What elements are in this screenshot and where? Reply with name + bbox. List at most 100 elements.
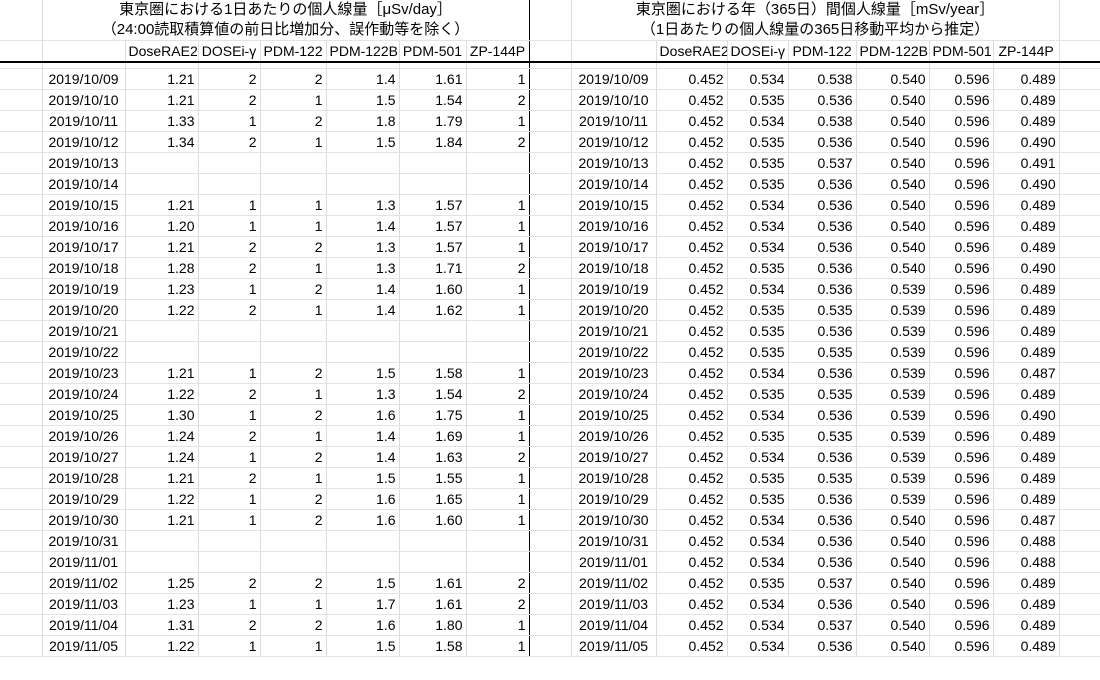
date-cell-right[interactable]: 2019/10/12 [571,131,657,153]
annual-dose-cell[interactable]: 0.535 [727,320,789,342]
cell-blank[interactable] [0,614,43,636]
cell-blank[interactable] [0,530,43,552]
cell-blank[interactable] [1059,131,1100,153]
annual-dose-cell[interactable]: 0.596 [929,89,994,111]
annual-dose-cell[interactable]: 0.540 [856,194,930,216]
daily-dose-cell[interactable]: 2 [260,488,327,510]
column-header-left[interactable]: PDM-122B [326,40,400,63]
daily-dose-cell[interactable]: 1 [466,614,530,636]
daily-dose-cell[interactable]: 1 [260,89,327,111]
daily-dose-cell[interactable] [198,152,261,174]
annual-dose-cell[interactable]: 0.536 [788,593,857,615]
daily-dose-cell[interactable]: 1 [466,467,530,489]
annual-dose-cell[interactable]: 0.538 [788,68,857,90]
daily-dose-cell[interactable]: 1.4 [326,425,400,447]
daily-dose-cell[interactable]: 2 [466,446,530,468]
daily-dose-cell[interactable]: 2 [260,446,327,468]
annual-dose-cell[interactable]: 0.539 [856,488,930,510]
annual-dose-cell[interactable]: 0.536 [788,173,857,195]
annual-dose-cell[interactable]: 0.534 [727,68,789,90]
column-header-left[interactable]: DOSEi-γ [198,40,261,63]
cell-blank[interactable] [529,383,572,405]
daily-dose-cell[interactable]: 1.33 [125,110,199,132]
annual-dose-cell[interactable]: 0.539 [856,362,930,384]
daily-dose-cell[interactable]: 1.21 [125,236,199,258]
date-cell-right[interactable]: 2019/10/23 [571,362,657,384]
daily-dose-cell[interactable]: 2 [198,68,261,90]
date-cell-right[interactable]: 2019/10/09 [571,68,657,90]
annual-dose-cell[interactable]: 0.596 [929,341,994,363]
cell-blank[interactable] [1059,194,1100,216]
cell-blank[interactable] [0,236,43,258]
annual-dose-cell[interactable]: 0.489 [993,110,1060,132]
daily-dose-cell[interactable]: 1.62 [399,299,467,321]
daily-dose-cell[interactable]: 1 [198,635,261,657]
date-cell-right[interactable]: 2019/11/02 [571,572,657,594]
daily-dose-cell[interactable]: 1.20 [125,215,199,237]
annual-dose-cell[interactable]: 0.489 [993,215,1060,237]
cell-blank[interactable] [529,362,572,384]
annual-dose-cell[interactable]: 0.452 [656,446,728,468]
cell-blank[interactable] [0,550,43,573]
daily-dose-cell[interactable]: 1.71 [399,257,467,279]
date-cell-left[interactable]: 2019/10/22 [42,341,126,363]
annual-dose-cell[interactable]: 0.540 [856,110,930,132]
daily-dose-cell[interactable]: 1 [260,425,327,447]
daily-dose-cell[interactable]: 1.21 [125,194,199,216]
annual-dose-cell[interactable]: 0.452 [656,320,728,342]
date-cell-left[interactable]: 2019/10/16 [42,215,126,237]
daily-dose-cell[interactable]: 1.63 [399,446,467,468]
annual-dose-cell[interactable]: 0.540 [856,215,930,237]
annual-dose-cell[interactable]: 0.536 [788,362,857,384]
annual-dose-cell[interactable]: 0.452 [656,257,728,279]
cell-blank[interactable] [0,425,43,447]
annual-dose-cell[interactable]: 0.452 [656,488,728,510]
daily-dose-cell[interactable]: 1.5 [326,131,400,153]
daily-dose-cell[interactable] [326,550,400,573]
cell-blank[interactable] [0,467,43,489]
date-cell-right[interactable]: 2019/11/03 [571,593,657,615]
annual-dose-cell[interactable]: 0.534 [727,278,789,300]
daily-dose-cell[interactable]: 2 [198,614,261,636]
annual-dose-cell[interactable]: 0.539 [856,446,930,468]
daily-dose-cell[interactable]: 1.60 [399,509,467,531]
cell-blank[interactable] [0,404,43,426]
daily-dose-cell[interactable] [326,173,400,195]
annual-dose-cell[interactable]: 0.540 [856,509,930,531]
annual-dose-cell[interactable]: 0.487 [993,362,1060,384]
annual-dose-cell[interactable]: 0.489 [993,320,1060,342]
annual-dose-cell[interactable]: 0.536 [788,89,857,111]
daily-dose-cell[interactable]: 1 [260,299,327,321]
daily-dose-cell[interactable]: 2 [198,425,261,447]
daily-dose-cell[interactable]: 2 [260,68,327,90]
daily-dose-cell[interactable]: 1 [466,299,530,321]
cell-blank[interactable] [1059,614,1100,636]
daily-dose-cell[interactable]: 1 [260,131,327,153]
annual-dose-cell[interactable]: 0.452 [656,131,728,153]
cell-blank[interactable] [0,383,43,405]
annual-dose-cell[interactable]: 0.537 [788,152,857,174]
annual-dose-cell[interactable]: 0.539 [856,278,930,300]
cell-blank[interactable] [1059,89,1100,111]
annual-dose-cell[interactable]: 0.536 [788,446,857,468]
cell-blank[interactable] [529,110,572,132]
daily-dose-cell[interactable] [198,550,261,573]
column-header-left[interactable]: PDM-122 [260,40,327,63]
annual-dose-cell[interactable]: 0.596 [929,635,994,657]
date-cell-right[interactable]: 2019/10/10 [571,89,657,111]
annual-dose-cell[interactable]: 0.489 [993,614,1060,636]
cell-blank[interactable] [1059,404,1100,426]
annual-dose-cell[interactable]: 0.539 [856,404,930,426]
cell-blank[interactable] [529,152,572,174]
column-header-left[interactable]: ZP-144P [466,40,530,63]
daily-dose-cell[interactable] [260,530,327,552]
daily-dose-cell[interactable] [466,173,530,195]
annual-dose-cell[interactable]: 0.452 [656,152,728,174]
daily-dose-cell[interactable]: 1.23 [125,278,199,300]
annual-dose-cell[interactable]: 0.534 [727,404,789,426]
cell-blank[interactable] [529,236,572,258]
annual-dose-cell[interactable]: 0.535 [727,131,789,153]
annual-dose-cell[interactable]: 0.488 [993,530,1060,552]
daily-dose-cell[interactable]: 2 [260,509,327,531]
cell-blank[interactable] [529,509,572,531]
